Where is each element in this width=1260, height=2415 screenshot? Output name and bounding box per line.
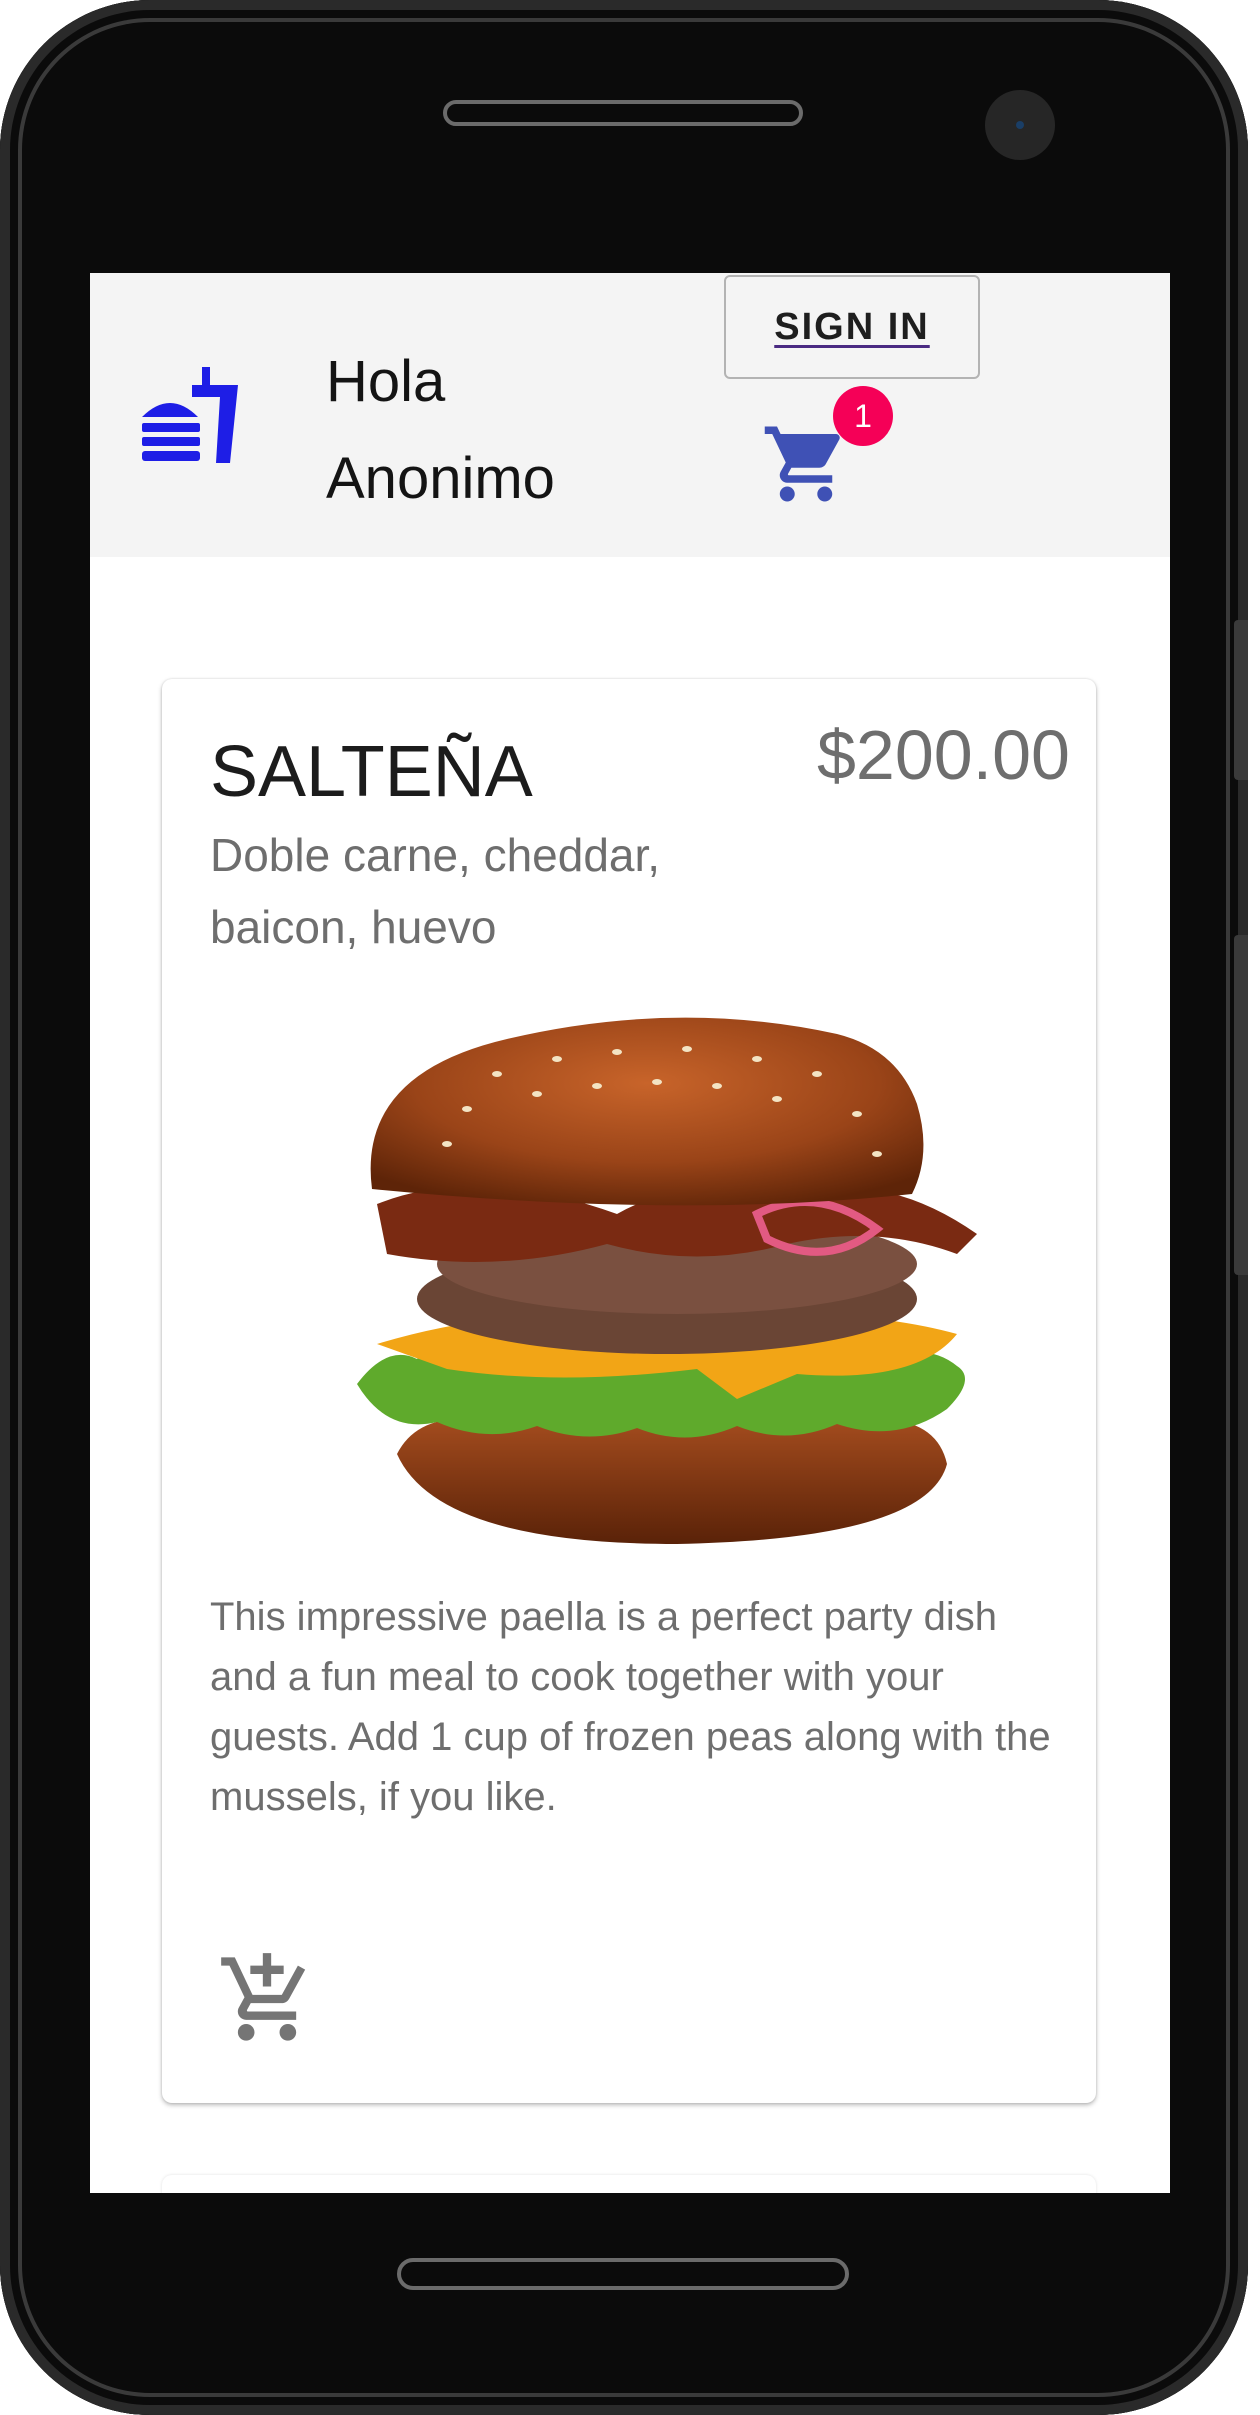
next-product-card [162,2175,1096,2193]
home-bar [397,2258,849,2290]
burger-photo [357,1017,977,1544]
sign-in-button[interactable]: SIGN IN [724,275,980,379]
product-name: SALTEÑA [210,732,533,812]
product-card: SALTEÑA $200.00 Doble carne, cheddar, ba… [162,679,1096,2103]
power-button [1234,935,1248,1275]
earpiece-speaker [443,100,803,126]
greeting-hello: Hola [326,349,446,414]
greeting: Hola Anonimo [326,333,555,527]
app-bar: Hola Anonimo SIGN IN 1 [90,273,1170,557]
phone-frame: Hola Anonimo SIGN IN 1 SALTEÑA $200.00 D… [0,0,1248,2415]
front-camera [985,90,1055,160]
add-shopping-cart-icon[interactable] [217,1949,317,2049]
greeting-username: Anonimo [326,446,555,511]
product-subtitle: Doble carne, cheddar, baicon, huevo [210,829,661,953]
fastfood-icon[interactable] [140,367,240,465]
volume-button [1234,620,1248,780]
cart-count-badge: 1 [833,386,893,446]
product-price: $200.00 [816,716,1070,794]
product-description: This impressive paella is a perfect part… [210,1595,1051,1819]
app-screen: Hola Anonimo SIGN IN 1 SALTEÑA $200.00 D… [90,273,1170,2193]
